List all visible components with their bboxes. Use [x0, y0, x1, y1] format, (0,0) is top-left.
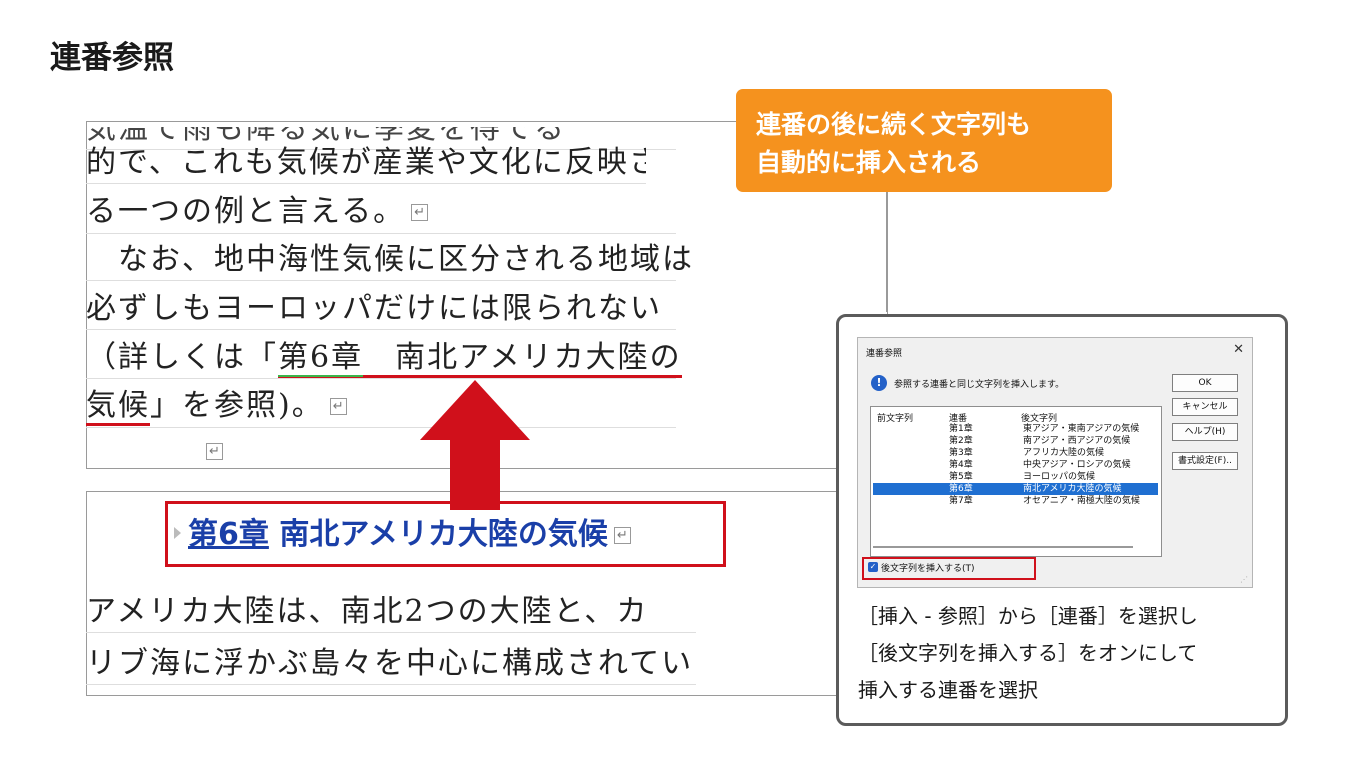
doc-line: なお、地中海性気候に区分される地域は [86, 240, 692, 281]
list-item-suffix: 東アジア・東南アジアの気候 [1023, 424, 1140, 434]
insert-suffix-checkbox[interactable]: ✓ [868, 562, 878, 572]
card-text-line3: 挿入する連番を選択 [858, 678, 1038, 702]
reference-field[interactable]: 第6章 南北アメリカ大陸の [278, 340, 682, 378]
list-item[interactable]: 第2章 南アジア・西アジアの気候 [873, 435, 1158, 447]
return-mark-icon: ↵ [613, 527, 631, 544]
red-up-arrow-icon [420, 380, 530, 510]
return-mark-icon: ↵ [329, 398, 347, 415]
list-item[interactable]: 第6章 南北アメリカ大陸の気候 [873, 483, 1158, 495]
ok-button[interactable]: OK [1172, 374, 1238, 392]
doc-line-reference: （詳しくは「第6章 南北アメリカ大陸の [86, 338, 682, 379]
info-icon: ! [871, 375, 887, 391]
page-title: 連番参照 [50, 40, 174, 76]
list-item[interactable]: 第4章 中央アジア・ロシアの気候 [873, 459, 1158, 471]
list-item-number: 第1章 [949, 424, 973, 434]
checkbox-label: 後文字列を挿入する(T) [881, 564, 975, 574]
format-button[interactable]: 書式設定(F).. [1172, 452, 1238, 470]
list-item-suffix: 南北アメリカ大陸の気候 [1023, 484, 1122, 494]
callout-box: 連番の後に続く文字列も 自動的に挿入される [736, 89, 1112, 192]
chapter-heading[interactable]: 第6章 南北アメリカ大陸の気候 ↵ [188, 509, 631, 553]
dialog-message: 参照する連番と同じ文字列を挿入します。 [894, 380, 1065, 390]
doc-line-text: （詳しくは「 [86, 340, 278, 375]
list-item[interactable]: 第3章 アフリカ大陸の気候 [873, 447, 1158, 459]
dialog-title: 連番参照 [866, 349, 903, 359]
close-icon[interactable]: ✕ [1233, 342, 1244, 357]
list-item-suffix: 南アジア・西アジアの気候 [1023, 436, 1131, 446]
help-button[interactable]: ヘルプ(H) [1172, 423, 1238, 441]
callout-line2: 自動的に挿入される [756, 148, 982, 177]
list-item-number: 第2章 [949, 436, 973, 446]
list-item-number: 第4章 [949, 460, 973, 470]
list-item[interactable]: 第5章 ヨーロッパの気候 [873, 471, 1158, 483]
heading-number: 第6章 [188, 517, 269, 552]
callout-line1: 連番の後に続く文字列も [756, 110, 1032, 139]
doc-line: る一つの例と言える。 ↵ [86, 192, 676, 234]
cancel-button[interactable]: キャンセル [1172, 398, 1238, 416]
card-text-line1: ［挿入 - 参照］から［連番］を選択し [858, 604, 1198, 628]
doc-line-text: 」を参照)。 [150, 388, 324, 423]
doc-line: リブ海に浮かぶ島々を中心に構成されてい [86, 644, 696, 685]
doc-line-text: る一つの例と言える。 [86, 194, 406, 229]
renban-dialog: 連番参照 ✕ ! 参照する連番と同じ文字列を挿入します。 OK キャンセル ヘル… [857, 337, 1253, 588]
doc-line: 気候」を参照)。 ↵ [86, 386, 676, 428]
doc-line: アメリカ大陸は、南北2つの大陸と、カ [86, 592, 696, 633]
collapse-triangle-icon[interactable] [174, 527, 181, 539]
reference-text: 南北アメリカ大陸の [395, 340, 682, 375]
heading-text: 南北アメリカ大陸の気候 [279, 517, 608, 552]
list-item-number: 第5章 [949, 472, 973, 482]
card-text-line2: ［後文字列を挿入する］をオンにして [858, 641, 1198, 665]
reference-number: 第6章 [278, 340, 364, 377]
list-item-suffix: アフリカ大陸の気候 [1023, 448, 1105, 458]
list-item-suffix: 中央アジア・ロシアの気候 [1023, 460, 1131, 470]
doc-line: 的で、これも気候が産業や文化に反映さ [86, 143, 646, 184]
reference-text-cont[interactable]: 気候 [86, 388, 150, 426]
list-item-number: 第6章 [949, 484, 973, 494]
renban-list[interactable]: 前文字列 連番 後文字列 第1章 東アジア・東南アジアの気候 第2章 南アジア・西アジ… [870, 406, 1162, 557]
doc-line: 必ずしもヨーロッパだけには限られない [86, 289, 676, 330]
list-item[interactable]: 第1章 東アジア・東南アジアの気候 [873, 423, 1158, 435]
resize-grip-icon[interactable]: ⋰ [1240, 575, 1248, 584]
list-item-suffix: オセアニア・南極大陸の気候 [1023, 496, 1140, 506]
list-item-number: 第3章 [949, 448, 973, 458]
callout-connector [886, 192, 887, 312]
return-mark-icon: ↵ [206, 443, 223, 460]
list-item[interactable]: 第7章 オセアニア・南極大陸の気候 [873, 495, 1158, 507]
horizontal-scrollbar[interactable] [873, 546, 1133, 548]
doc-line-empty: ↵ [86, 431, 676, 472]
return-mark-icon: ↵ [411, 204, 429, 221]
list-item-suffix: ヨーロッパの気候 [1023, 472, 1096, 482]
list-item-number: 第7章 [949, 496, 973, 506]
